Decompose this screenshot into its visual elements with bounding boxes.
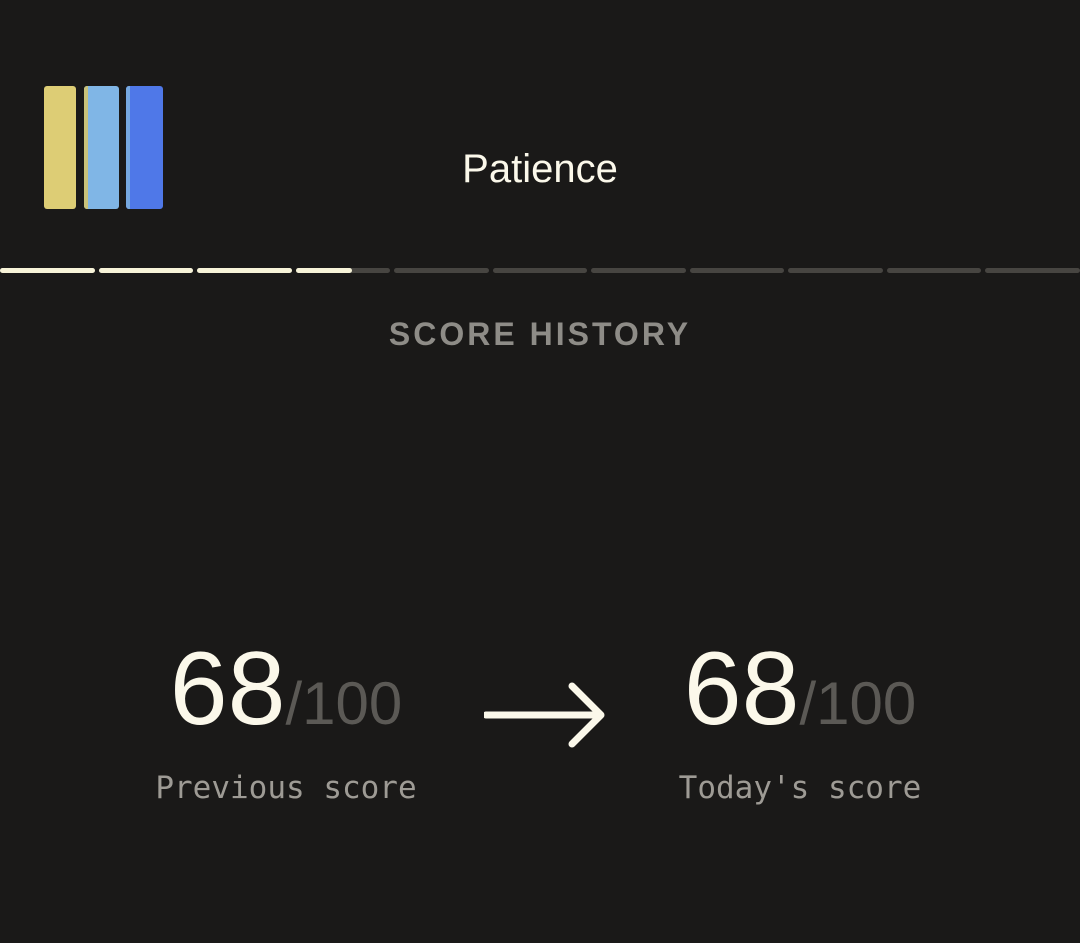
progress-segment xyxy=(295,268,391,273)
previous-score-max: /100 xyxy=(285,670,403,737)
previous-score-value: 68 xyxy=(169,631,286,747)
progress-segment xyxy=(886,268,982,273)
previous-score-label: Previous score xyxy=(155,770,417,806)
today-score-max: /100 xyxy=(799,670,917,737)
progress-segment xyxy=(492,268,588,273)
progress-segment xyxy=(689,268,785,273)
progress-segment-fill xyxy=(197,268,292,273)
today-score-value: 68 xyxy=(683,631,800,747)
progress-segment xyxy=(98,268,194,273)
progress-segment xyxy=(985,268,1080,273)
progress-segment-fill xyxy=(0,268,95,273)
progress-segment-fill xyxy=(98,268,194,273)
today-score-line: 68/100 xyxy=(590,630,1010,748)
progress-segment xyxy=(788,268,883,273)
section-title: SCORE HISTORY xyxy=(388,316,692,352)
arrow-right-icon xyxy=(484,682,605,748)
progress-segment xyxy=(0,268,95,273)
progress-bar xyxy=(0,268,1080,273)
progress-segment xyxy=(394,268,489,273)
progress-segment-fill xyxy=(295,268,353,273)
progress-segment xyxy=(591,268,686,273)
today-score-label: Today's score xyxy=(678,770,922,806)
page-title: Patience xyxy=(462,147,618,191)
previous-score: 68/100 Previous score xyxy=(76,630,496,806)
today-score: 68/100 Today's score xyxy=(590,630,1010,806)
progress-segment xyxy=(197,268,292,273)
previous-score-line: 68/100 xyxy=(76,630,496,748)
